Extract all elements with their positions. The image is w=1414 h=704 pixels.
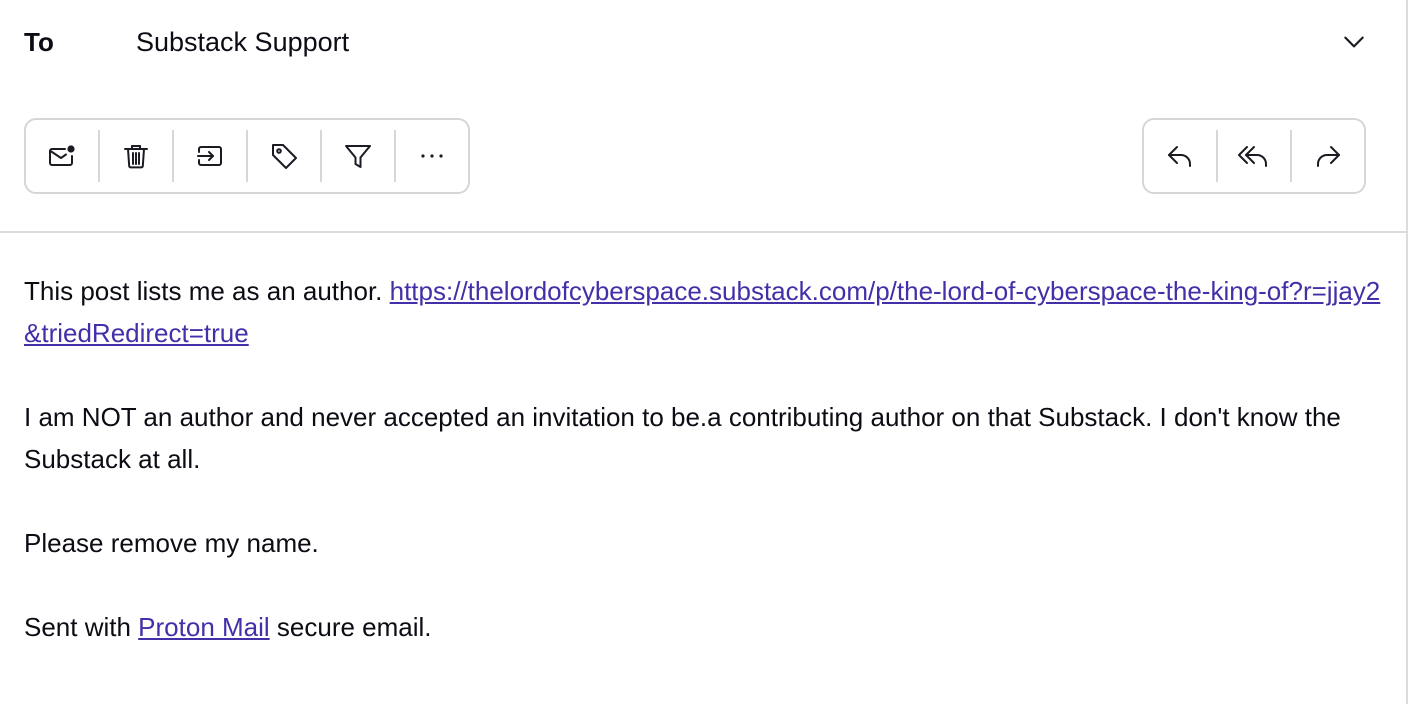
reply-actions-toolbar [1142, 118, 1366, 194]
label-button[interactable] [248, 130, 320, 182]
envelope-dot-icon [49, 145, 75, 166]
expand-details-button[interactable] [1334, 22, 1374, 62]
more-button[interactable] [396, 130, 468, 182]
reply-all-button[interactable] [1218, 130, 1290, 182]
filter-icon [345, 145, 371, 168]
recipient-name[interactable]: Substack Support [136, 27, 1334, 58]
signature: Sent with Proton Mail secure email. [24, 606, 1384, 648]
trash-button[interactable] [100, 130, 172, 182]
mark-unread-button[interactable] [26, 130, 98, 182]
to-label: To [24, 26, 54, 57]
forward-icon [1317, 146, 1340, 167]
move-to-folder-icon [197, 146, 222, 166]
chevron-down-icon [1344, 36, 1364, 48]
forward-button[interactable] [1292, 130, 1364, 182]
reply-button[interactable] [1144, 130, 1216, 182]
message-paragraph: I am NOT an author and never accepted an… [24, 402, 1341, 474]
signature-prefix: Sent with [24, 612, 139, 642]
more-dots-icon [421, 154, 443, 158]
message-body: This post lists me as an author. https:/… [24, 270, 1384, 690]
trash-icon [124, 145, 148, 169]
proton-mail-link[interactable]: Proton Mail [138, 612, 270, 642]
recipient-row: To Substack Support [24, 22, 1374, 62]
message-paragraph: This post lists me as an author. https:/… [24, 270, 1384, 354]
email-view: To Substack Support This post lists me a… [0, 0, 1414, 704]
signature-suffix: secure email. [269, 612, 432, 642]
paragraph-text: This post lists me as an author. [24, 276, 390, 306]
move-button[interactable] [174, 130, 246, 182]
tag-icon [272, 144, 297, 169]
pane-border [1406, 0, 1408, 704]
filter-button[interactable] [322, 130, 394, 182]
reply-icon [1168, 146, 1191, 167]
message-actions-toolbar [24, 118, 470, 194]
message-paragraph: Please remove my name. [24, 528, 319, 558]
header-divider [0, 231, 1408, 233]
reply-all-icon [1238, 146, 1267, 167]
